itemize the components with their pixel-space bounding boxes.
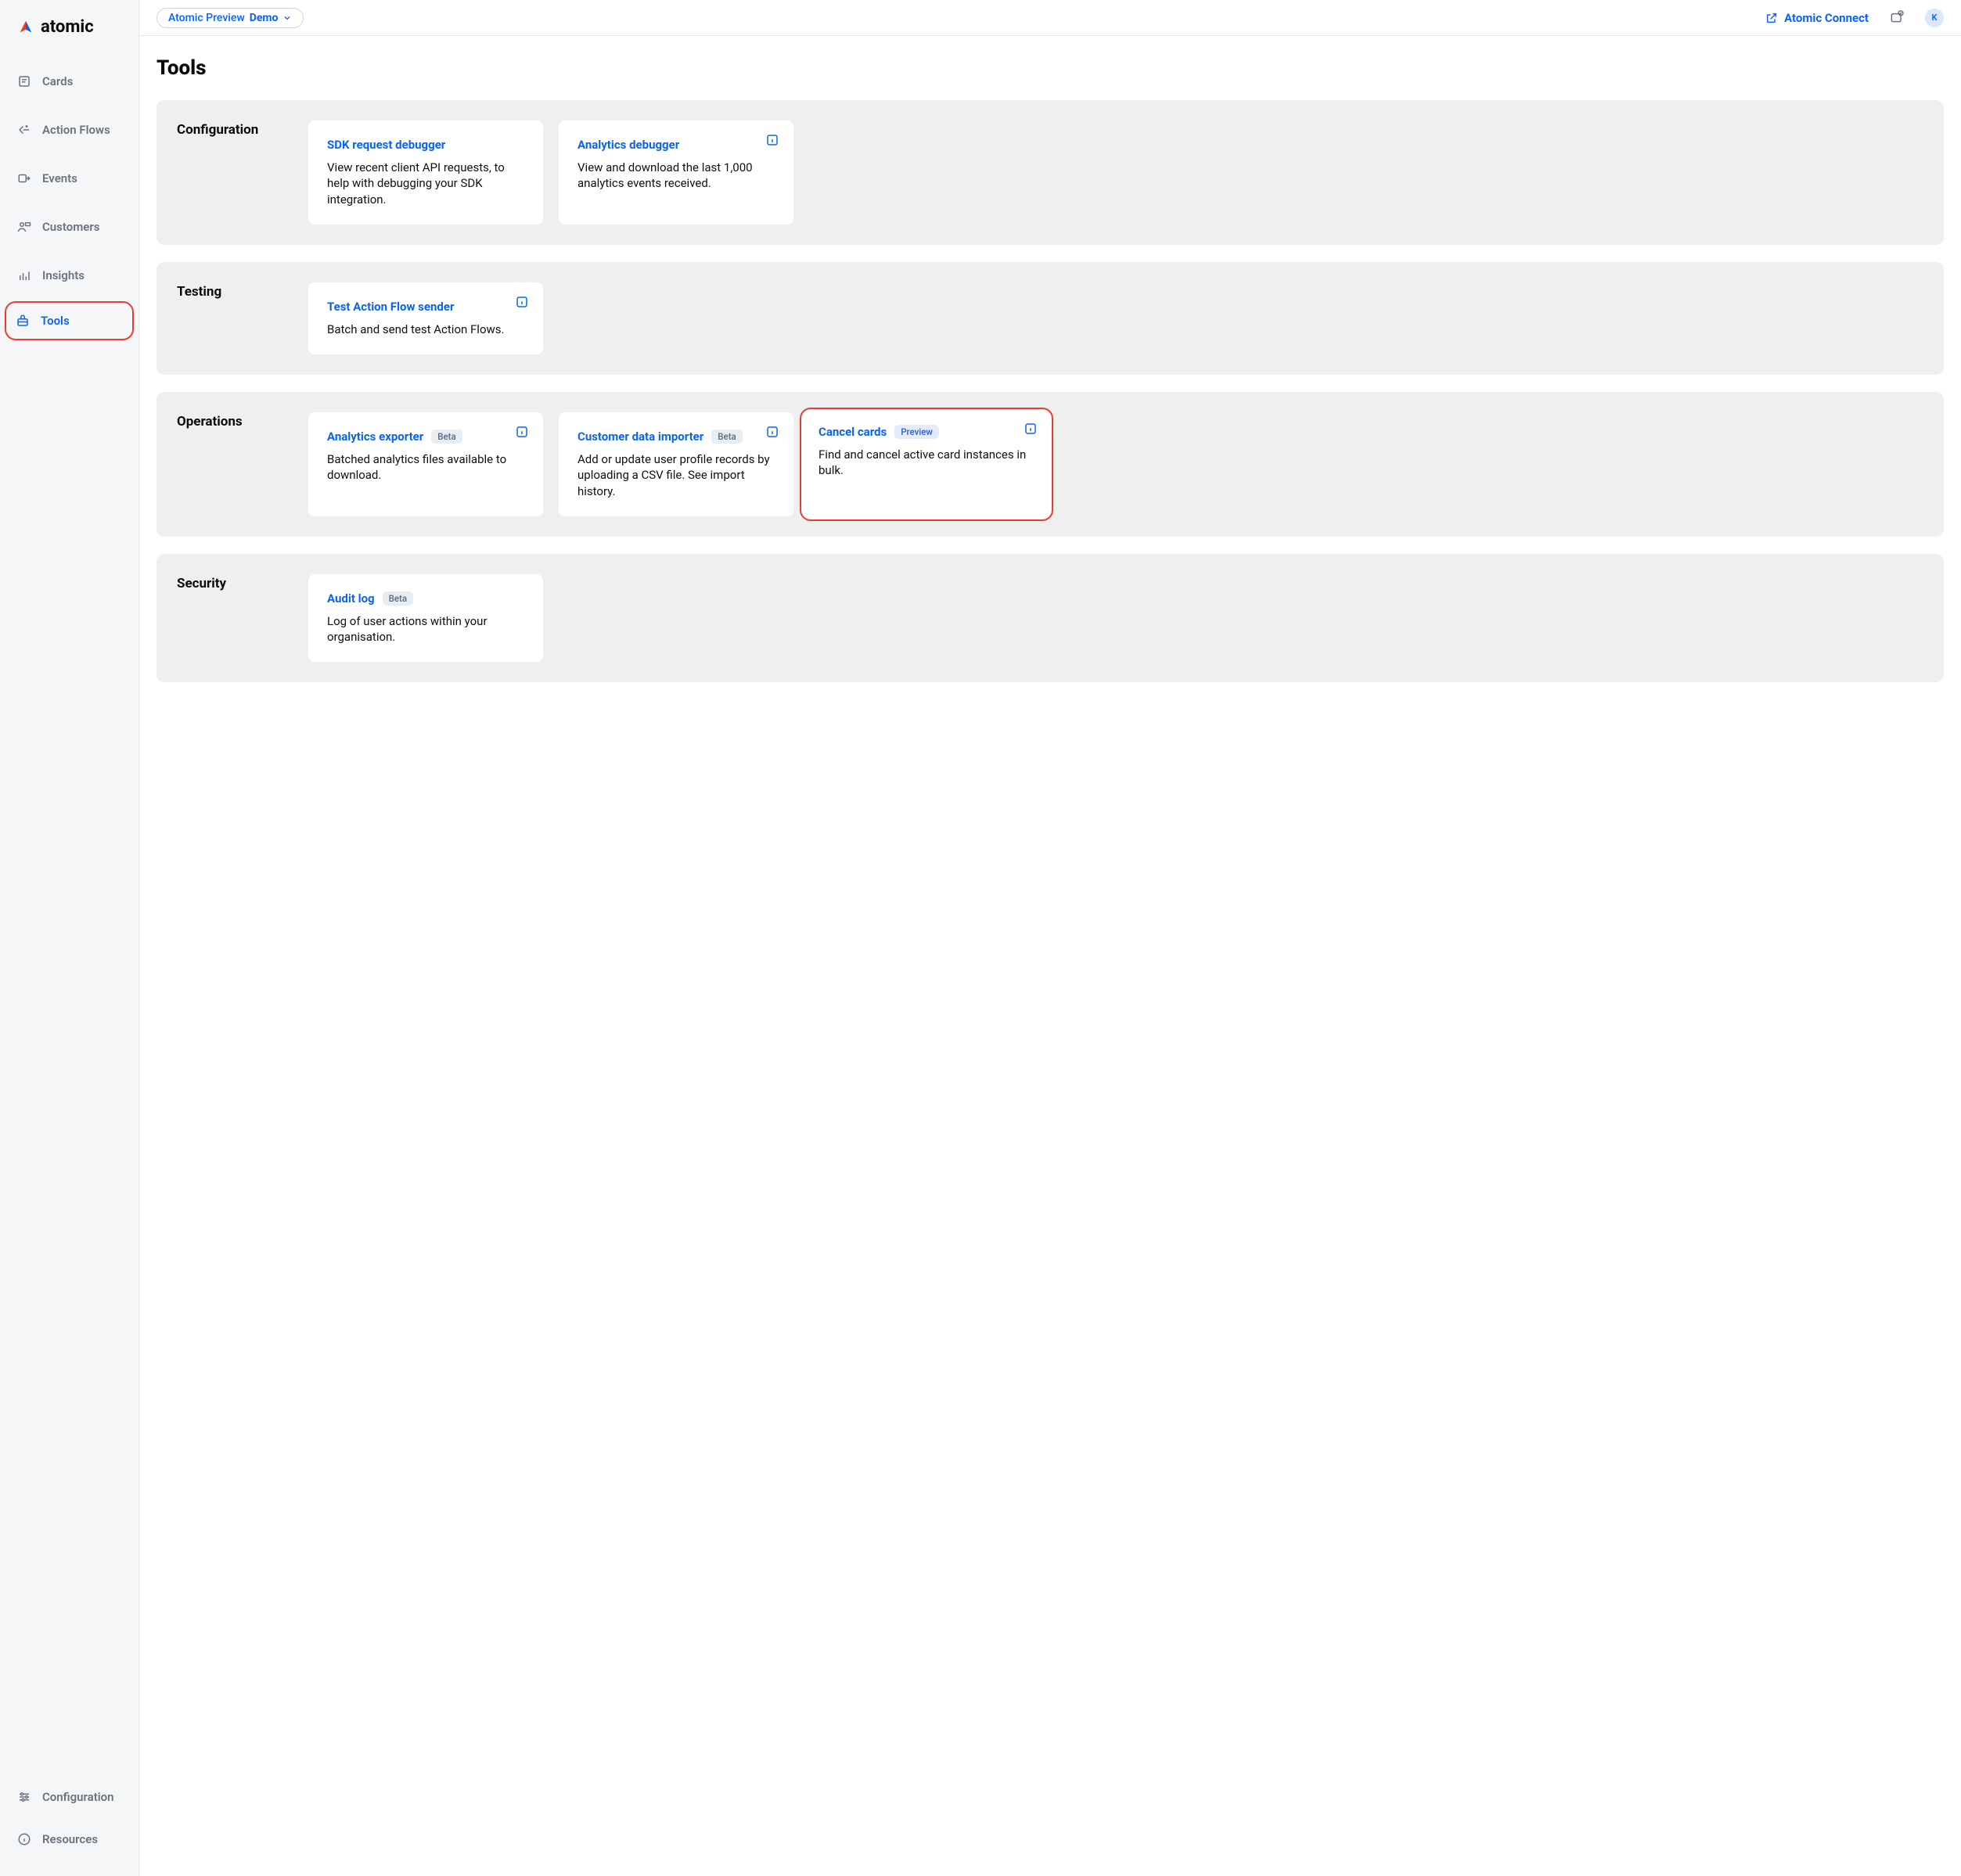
info-button[interactable]	[515, 295, 529, 312]
card-cancel-cards[interactable]: Cancel cards Preview Find and cancel act…	[800, 408, 1053, 521]
main-nav: Cards Action Flows Events Customers Insi…	[0, 59, 139, 340]
topbar: Atomic Preview Demo Atomic Connect K	[139, 0, 1961, 36]
card-analytics-debugger[interactable]: Analytics debugger View and download the…	[559, 120, 793, 225]
env-name: Demo	[250, 12, 279, 24]
section-configuration: Configuration SDK request debugger View …	[157, 100, 1944, 245]
badge-beta: Beta	[711, 429, 742, 444]
card-test-action-flow-sender[interactable]: Test Action Flow sender Batch and send t…	[308, 282, 543, 354]
card-desc: View and download the last 1,000 analyti…	[578, 160, 775, 192]
sidebar-item-cards[interactable]: Cards	[6, 59, 132, 104]
sidebar-item-label: Configuration	[42, 1790, 114, 1804]
sidebar-item-label: Insights	[42, 268, 85, 282]
card-title: Analytics exporter	[327, 429, 423, 444]
sidebar-item-label: Tools	[41, 314, 70, 328]
section-heading: Testing	[177, 282, 293, 354]
card-title: Customer data importer	[578, 429, 703, 444]
section-security: Security Audit log Beta Log of user acti…	[157, 554, 1944, 683]
card-audit-log[interactable]: Audit log Beta Log of user actions withi…	[308, 574, 543, 663]
brand-logo[interactable]: atomic	[0, 17, 139, 59]
atomic-logo-icon	[17, 19, 34, 36]
env-prefix: Atomic Preview	[168, 12, 245, 24]
page-title: Tools	[157, 56, 1944, 80]
section-operations: Operations Analytics exporter Beta Batch…	[157, 392, 1944, 537]
notifications-button[interactable]	[1889, 9, 1905, 27]
environment-selector[interactable]: Atomic Preview Demo	[157, 8, 304, 28]
customers-icon	[17, 220, 31, 234]
sidebar-bottom: Configuration Resources	[0, 1776, 139, 1860]
sidebar-item-label: Events	[42, 171, 77, 185]
card-sdk-request-debugger[interactable]: SDK request debugger View recent client …	[308, 120, 543, 225]
card-desc: Find and cancel active card instances in…	[819, 447, 1034, 479]
external-link-icon	[1765, 12, 1778, 24]
tools-icon	[16, 314, 30, 328]
sidebar-item-label: Cards	[42, 74, 73, 88]
card-title: Audit log	[327, 591, 375, 606]
atomic-connect-link[interactable]: Atomic Connect	[1765, 11, 1869, 25]
info-icon	[1024, 422, 1038, 436]
notifications-icon	[1889, 9, 1905, 24]
card-title: Test Action Flow sender	[327, 300, 454, 314]
info-icon	[765, 425, 779, 439]
avatar[interactable]: K	[1925, 9, 1944, 27]
sidebar-item-insights[interactable]: Insights	[6, 253, 132, 298]
info-icon	[765, 133, 779, 147]
sidebar-item-events[interactable]: Events	[6, 156, 132, 201]
connect-label: Atomic Connect	[1784, 11, 1869, 25]
events-icon	[17, 171, 31, 185]
card-desc: Add or update user profile records by up…	[578, 451, 775, 499]
info-button[interactable]	[515, 425, 529, 442]
card-customer-data-importer[interactable]: Customer data importer Beta Add or updat…	[559, 412, 793, 516]
badge-beta: Beta	[431, 429, 462, 444]
cards-icon	[17, 74, 31, 88]
section-heading: Configuration	[177, 120, 293, 225]
card-title: SDK request debugger	[327, 138, 445, 152]
sidebar: atomic Cards Action Flows Events Custome…	[0, 0, 139, 1876]
section-heading: Operations	[177, 412, 293, 516]
card-desc: Batched analytics files available to dow…	[327, 451, 524, 483]
info-button[interactable]	[765, 425, 779, 442]
card-title: Analytics debugger	[578, 138, 679, 152]
sidebar-item-label: Resources	[42, 1832, 98, 1846]
section-testing: Testing Test Action Flow sender Batch an…	[157, 262, 1944, 375]
action-flows-icon	[17, 123, 31, 137]
card-desc: Log of user actions within your organisa…	[327, 613, 524, 645]
card-analytics-exporter[interactable]: Analytics exporter Beta Batched analytic…	[308, 412, 543, 516]
card-desc: View recent client API requests, to help…	[327, 160, 524, 207]
card-desc: Batch and send test Action Flows.	[327, 322, 524, 337]
sidebar-item-action-flows[interactable]: Action Flows	[6, 107, 132, 153]
badge-beta: Beta	[383, 591, 413, 606]
resources-icon	[17, 1832, 31, 1846]
brand-name: atomic	[41, 17, 94, 37]
info-icon	[515, 295, 529, 309]
card-title: Cancel cards	[819, 425, 887, 439]
badge-preview: Preview	[894, 425, 939, 439]
chevron-down-icon	[282, 13, 292, 23]
section-heading: Security	[177, 574, 293, 663]
sidebar-item-resources[interactable]: Resources	[6, 1818, 132, 1860]
sidebar-item-customers[interactable]: Customers	[6, 204, 132, 250]
sidebar-item-label: Customers	[42, 220, 99, 234]
info-button[interactable]	[765, 133, 779, 150]
sidebar-item-configuration[interactable]: Configuration	[6, 1776, 132, 1818]
info-icon	[515, 425, 529, 439]
insights-icon	[17, 268, 31, 282]
info-button[interactable]	[1024, 422, 1038, 439]
sidebar-item-label: Action Flows	[42, 123, 110, 137]
avatar-initial: K	[1932, 13, 1938, 23]
configuration-icon	[17, 1790, 31, 1804]
sidebar-item-tools[interactable]: Tools	[5, 301, 134, 340]
